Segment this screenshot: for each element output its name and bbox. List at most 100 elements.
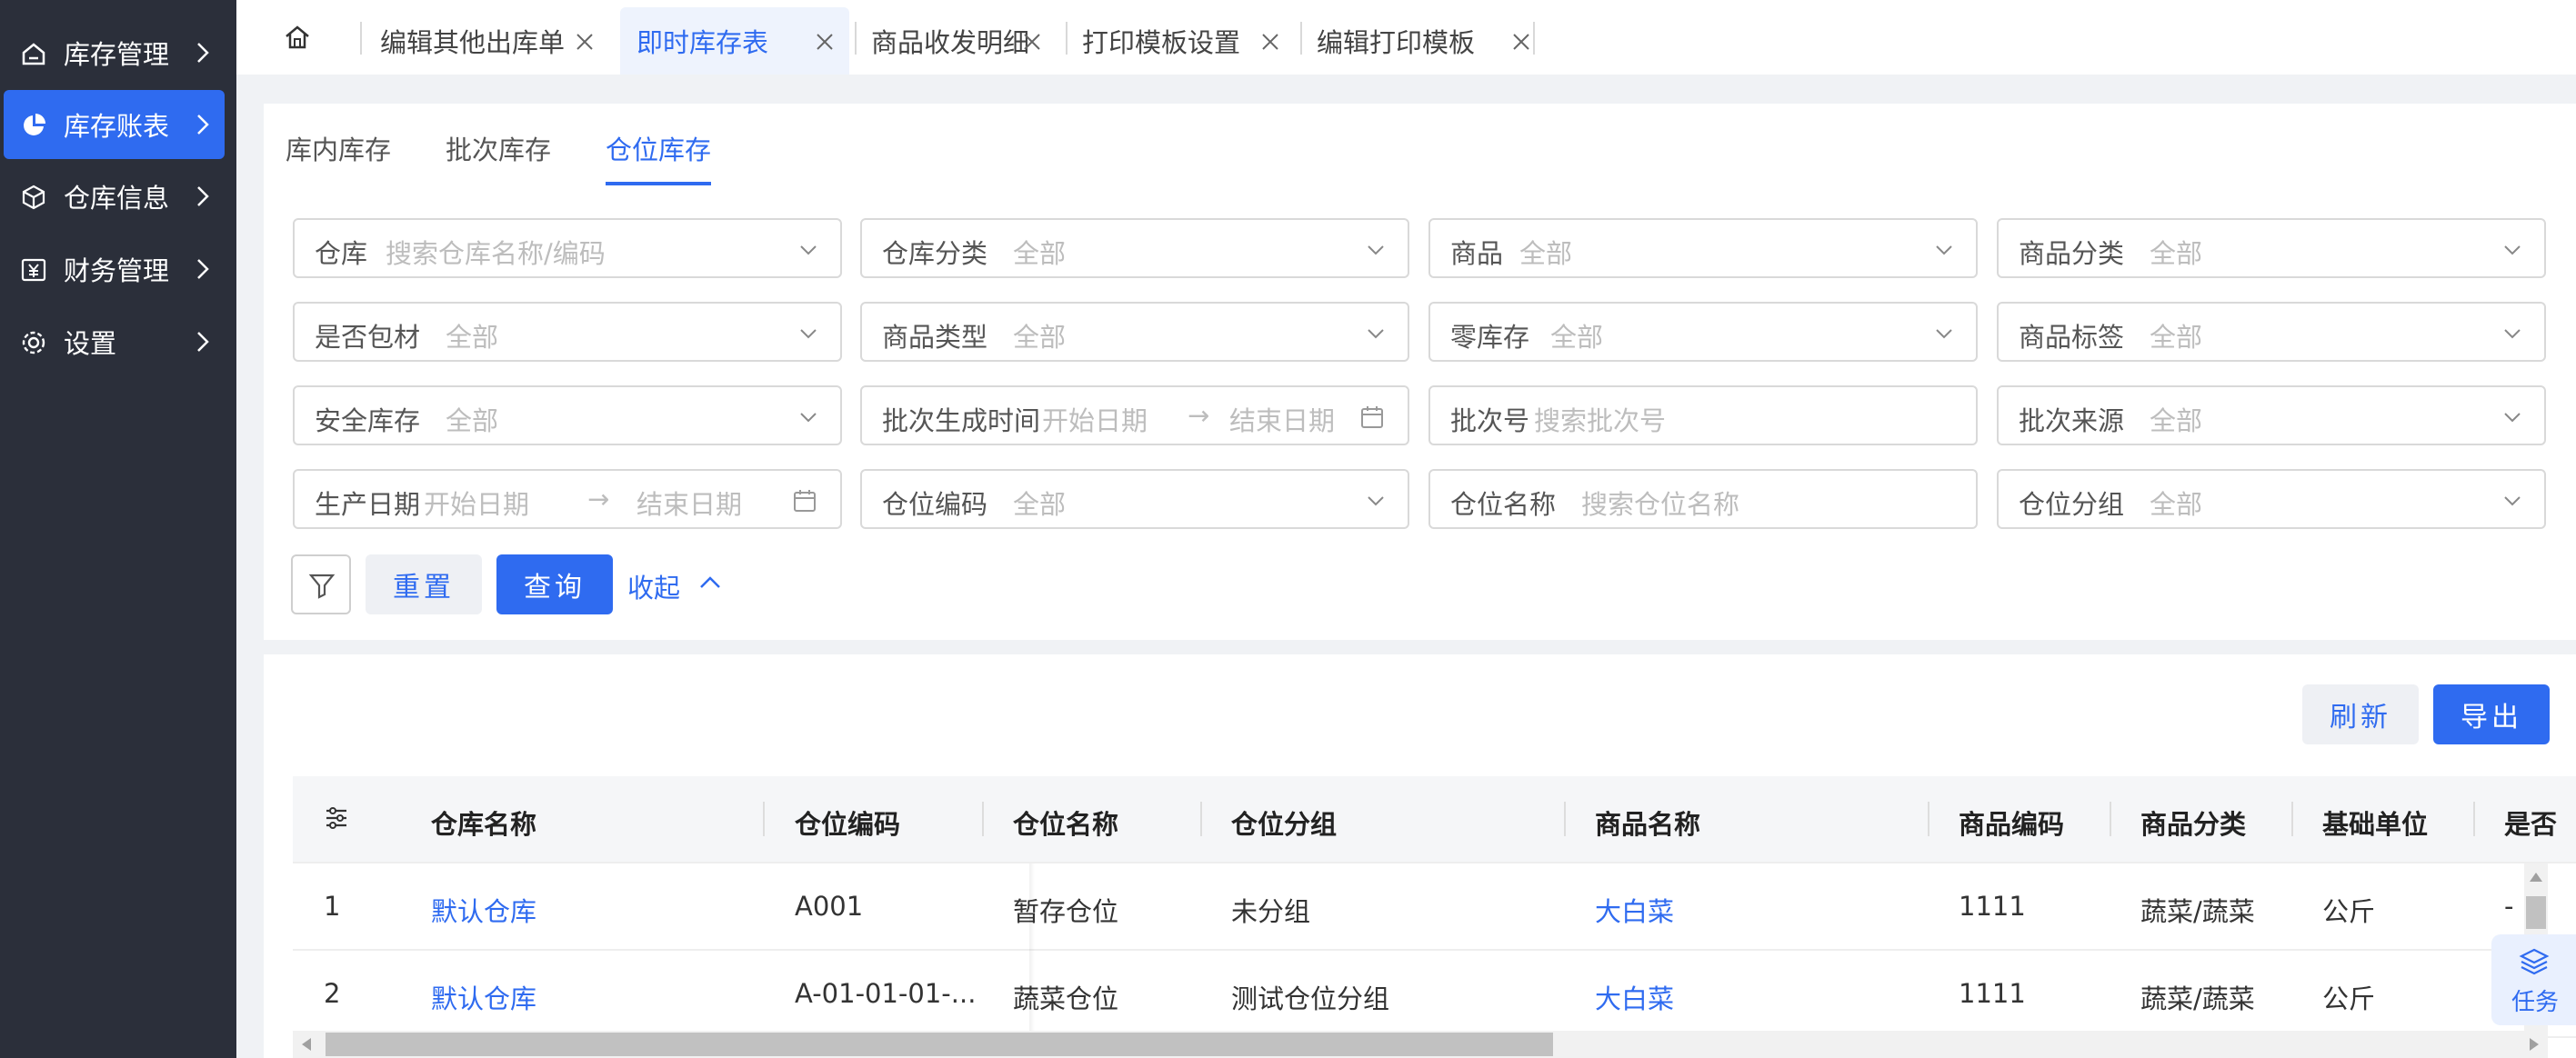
sidebar-item-inventory-management[interactable]: 库存管理 xyxy=(4,18,225,87)
scroll-right-arrow[interactable] xyxy=(2530,1038,2539,1051)
close-icon[interactable] xyxy=(575,32,595,52)
production-date-range[interactable]: 生产日期 开始日期 → 结束日期 xyxy=(293,469,842,529)
batch-source-select[interactable]: 批次来源 全部 xyxy=(1997,385,2546,445)
column-header[interactable]: 商品编码 xyxy=(1959,803,2064,842)
task-widget[interactable]: 任务 xyxy=(2491,934,2576,1025)
field-label: 商品分类 xyxy=(2019,238,2125,269)
location-name-input[interactable]: 仓位名称 搜索仓位名称 xyxy=(1428,469,1978,529)
product-code-cell: 1111 xyxy=(1959,891,2026,922)
column-header[interactable]: 仓位编码 xyxy=(795,803,900,842)
start-date-input[interactable]: 开始日期 xyxy=(1042,400,1148,438)
table-row[interactable]: 1 默认仓库 A001 暂存仓位 未分组 大白菜 1111 蔬菜/蔬菜 公斤 - xyxy=(293,863,2576,951)
is-packaging-select[interactable]: 是否包材 全部 xyxy=(293,302,842,362)
column-header[interactable]: 是否 xyxy=(2504,803,2557,842)
column-header[interactable]: 仓位名称 xyxy=(1013,803,1118,842)
field-label: 批次生成时间 xyxy=(882,405,1041,436)
row-index: 1 xyxy=(324,891,341,922)
chevron-down-icon xyxy=(800,245,817,255)
tab-print-template-settings[interactable]: 打印模板设置 xyxy=(1066,7,1295,75)
column-header[interactable]: 商品分类 xyxy=(2140,803,2246,842)
chevron-down-icon xyxy=(1936,329,1952,339)
product-tag-select[interactable]: 商品标签 全部 xyxy=(1997,302,2546,362)
sidebar-item-warehouse-info[interactable]: 仓库信息 xyxy=(4,162,225,231)
safety-stock-select[interactable]: 安全库存 全部 xyxy=(293,385,842,445)
field-label: 仓位名称 xyxy=(1450,489,1557,520)
zero-stock-select[interactable]: 零库存 全部 xyxy=(1428,302,1978,362)
close-icon[interactable] xyxy=(1511,32,1531,52)
field-label: 商品标签 xyxy=(2019,322,2125,353)
chevron-right-icon xyxy=(197,115,209,135)
product-link[interactable]: 大白菜 xyxy=(1595,891,1674,929)
scrollbar-thumb[interactable] xyxy=(2526,896,2546,929)
collapse-label: 收起 xyxy=(627,573,681,604)
chevron-down-icon xyxy=(1368,496,1384,506)
reset-button[interactable]: 重置 xyxy=(366,554,482,614)
warehouse-link[interactable]: 默认仓库 xyxy=(431,891,536,929)
field-value: 全部 xyxy=(1013,489,1067,520)
end-date-input[interactable]: 结束日期 xyxy=(636,484,742,522)
close-icon[interactable] xyxy=(1022,32,1042,52)
subtab-location-stock[interactable]: 仓位库存 xyxy=(606,129,712,185)
product-category-select[interactable]: 商品分类 全部 xyxy=(1997,218,2546,278)
batch-no-input[interactable]: 批次号 搜索批次号 xyxy=(1428,385,1978,445)
sidebar-item-finance[interactable]: 财务管理 xyxy=(4,235,225,304)
chevron-down-icon xyxy=(2504,413,2521,423)
warehouse-link[interactable]: 默认仓库 xyxy=(431,978,536,1016)
sidebar-item-settings[interactable]: 设置 xyxy=(4,307,225,376)
collapse-toggle[interactable]: 收起 xyxy=(627,567,720,605)
query-button[interactable]: 查询 xyxy=(496,554,613,614)
scroll-up-arrow[interactable] xyxy=(2530,873,2542,882)
end-date-input[interactable]: 结束日期 xyxy=(1229,400,1335,438)
column-header[interactable]: 仓库名称 xyxy=(431,803,536,842)
tab-realtime-inventory[interactable]: 即时库存表 xyxy=(620,7,849,75)
filter-settings-button[interactable] xyxy=(291,554,351,614)
location-code-cell: A001 xyxy=(795,891,864,922)
column-divider xyxy=(2473,802,2475,836)
product-link[interactable]: 大白菜 xyxy=(1595,978,1674,1016)
chevron-down-icon xyxy=(1368,329,1384,339)
field-label: 安全库存 xyxy=(315,405,421,436)
column-header[interactable]: 仓位分组 xyxy=(1231,803,1337,842)
tab-edit-other-outbound[interactable]: 编辑其他出库单 xyxy=(364,7,609,75)
chevron-up-icon xyxy=(700,576,720,588)
product-type-select[interactable]: 商品类型 全部 xyxy=(860,302,1409,362)
home-icon xyxy=(286,25,309,49)
column-settings-icon[interactable] xyxy=(324,805,349,831)
warehouse-category-select[interactable]: 仓库分类 全部 xyxy=(860,218,1409,278)
batch-time-range[interactable]: 批次生成时间 开始日期 → 结束日期 xyxy=(860,385,1409,445)
tab-edit-print-template[interactable]: 编辑打印模板 xyxy=(1300,7,1546,75)
calendar-icon xyxy=(1361,406,1383,428)
chevron-down-icon xyxy=(800,413,817,423)
extra-cell: - xyxy=(2504,891,2514,922)
close-icon[interactable] xyxy=(815,32,835,52)
horizontal-scrollbar[interactable] xyxy=(293,1031,2548,1058)
column-header[interactable]: 商品名称 xyxy=(1595,803,1700,842)
sidebar-item-label: 设置 xyxy=(64,328,117,359)
export-button[interactable]: 导出 xyxy=(2433,684,2550,744)
range-arrow: → xyxy=(587,484,610,514)
home-tab[interactable] xyxy=(236,0,362,75)
refresh-button[interactable]: 刷新 xyxy=(2302,684,2419,744)
tab-divider xyxy=(1533,22,1535,55)
column-header[interactable]: 基础单位 xyxy=(2322,803,2428,842)
location-code-select[interactable]: 仓位编码 全部 xyxy=(860,469,1409,529)
location-code-cell: A-01-01-01-... xyxy=(795,978,977,1009)
sidebar-item-inventory-reports[interactable]: 库存账表 xyxy=(4,90,225,159)
location-group-cell: 未分组 xyxy=(1231,896,1311,927)
scroll-left-arrow[interactable] xyxy=(302,1038,311,1051)
warehouse-select[interactable]: 仓库 搜索仓库名称/编码 xyxy=(293,218,842,278)
unit-cell: 公斤 xyxy=(2322,896,2376,927)
product-select[interactable]: 商品 全部 xyxy=(1428,218,1978,278)
field-value: 全部 xyxy=(2150,489,2203,520)
subtab-batch-stock[interactable]: 批次库存 xyxy=(446,129,551,185)
scrollbar-thumb[interactable] xyxy=(326,1033,1553,1056)
close-icon[interactable] xyxy=(1260,32,1280,52)
column-divider xyxy=(1200,802,1202,836)
field-value: 全部 xyxy=(1013,238,1067,269)
start-date-input[interactable]: 开始日期 xyxy=(424,484,529,522)
tab-label: 商品收发明细 xyxy=(871,27,1030,58)
subtab-in-stock[interactable]: 库内库存 xyxy=(286,129,391,185)
location-group-select[interactable]: 仓位分组 全部 xyxy=(1997,469,2546,529)
table-row[interactable]: 2 默认仓库 A-01-01-01-... 蔬菜仓位 测试仓位分组 大白菜 11… xyxy=(293,951,2576,1038)
gear-icon xyxy=(22,331,45,354)
